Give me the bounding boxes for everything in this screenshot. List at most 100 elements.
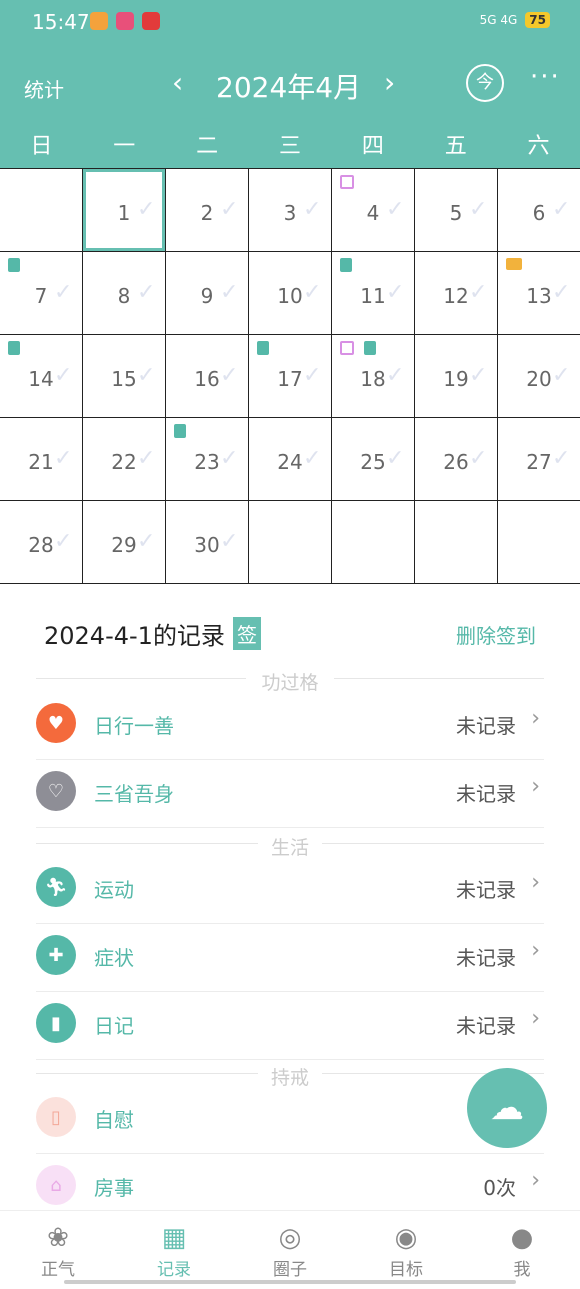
calendar-day-20[interactable]: 20 ✓ — [498, 335, 580, 418]
calendar-day-24[interactable]: 24 ✓ — [249, 418, 332, 501]
record-row-good-deed[interactable]: ♥ 日行一善 未记录 › — [36, 692, 544, 760]
day-marks — [8, 341, 20, 355]
check-icon: ✓ — [220, 363, 239, 388]
calendar-day-11[interactable]: 11 ✓ — [332, 252, 415, 335]
record-row-exercise[interactable]: 🏃︎ 运动 未记录 › — [36, 856, 544, 924]
cloud-sync-button[interactable]: ☁ — [467, 1068, 547, 1148]
calendar-day-13[interactable]: 13 ✓ — [498, 252, 580, 335]
section-merit: 功过格 — [36, 668, 544, 694]
calendar-day-25[interactable]: 25 ✓ — [332, 418, 415, 501]
calendar-day-3[interactable]: 3 ✓ — [249, 169, 332, 252]
calendar-day-7[interactable]: 7 ✓ — [0, 252, 83, 335]
check-icon: ✓ — [469, 446, 488, 471]
check-icon: ✓ — [137, 529, 156, 554]
calendar-day-6[interactable]: 6 ✓ — [498, 169, 580, 252]
calendar-day-29[interactable]: 29 ✓ — [83, 501, 166, 584]
book-mark-icon — [8, 258, 20, 272]
record-row-diary[interactable]: ▮ 日记 未记录 › — [36, 992, 544, 1060]
calendar-day-21[interactable]: 21 ✓ — [0, 418, 83, 501]
calendar-day-30[interactable]: 30 ✓ — [166, 501, 249, 584]
check-icon: ✓ — [386, 446, 405, 471]
record-row-symptom[interactable]: ✚ 症状 未记录 › — [36, 924, 544, 992]
check-icon: ✓ — [552, 197, 571, 222]
record-row-reflection[interactable]: ♡ 三省吾身 未记录 › — [36, 760, 544, 828]
chevron-right-icon: › — [531, 1006, 540, 1031]
weekday-label: 四 — [361, 134, 384, 159]
calendar-day-5[interactable]: 5 ✓ — [415, 169, 498, 252]
calendar-day-8[interactable]: 8 ✓ — [83, 252, 166, 335]
check-icon: ✓ — [54, 363, 73, 388]
check-icon: ✓ — [552, 280, 571, 305]
day-marks — [340, 258, 352, 272]
calendar-day-14[interactable]: 14 ✓ — [0, 335, 83, 418]
check-icon: ✓ — [54, 529, 73, 554]
nav-item-goal[interactable]: ◉ 目标 — [348, 1211, 464, 1289]
nav-item-record[interactable]: ▦ 记录 — [116, 1211, 232, 1289]
weekday-label: 三 — [278, 134, 301, 159]
check-icon: ✓ — [469, 197, 488, 222]
nav-label: 正气 — [41, 1260, 75, 1280]
calendar-day-16[interactable]: 16 ✓ — [166, 335, 249, 418]
record-header: 2024-4-1的记录 签 — [44, 616, 261, 651]
app-notification-icon — [116, 12, 134, 30]
check-icon: ✓ — [303, 197, 322, 222]
calendar-empty-cell — [415, 501, 498, 584]
record-name: 自慰 — [94, 1108, 134, 1132]
calendar-day-26[interactable]: 26 ✓ — [415, 418, 498, 501]
day-marks — [8, 258, 20, 272]
calendar-day-15[interactable]: 15 ✓ — [83, 335, 166, 418]
calendar-day-4[interactable]: 4 ✓ — [332, 169, 415, 252]
calendar-day-23[interactable]: 23 ✓ — [166, 418, 249, 501]
record-value: 未记录 — [456, 714, 516, 738]
record-value: 未记录 — [456, 946, 516, 970]
calendar-grid: 1 ✓ 2 ✓ 3 ✓ 4 ✓ 5 ✓ 6 ✓ 7 ✓ 8 ✓ 9 ✓ 10 ✓ 11 ✓ 12 ✓ 13 ✓ 14 ✓ 15 ✓ 16 ✓ 1… — [0, 168, 580, 585]
record-name: 日记 — [94, 1014, 134, 1038]
stats-button[interactable]: 统计 — [24, 74, 64, 103]
calendar-day-28[interactable]: 28 ✓ — [0, 501, 83, 584]
network-indicator: 5G 4G — [479, 13, 518, 27]
check-icon: ✓ — [552, 363, 571, 388]
sign-badge: 签 — [232, 617, 261, 650]
nav-item-circle[interactable]: ◎ 圈子 — [232, 1211, 348, 1289]
calendar-day-27[interactable]: 27 ✓ — [498, 418, 580, 501]
day-marks — [257, 341, 269, 355]
calendar-day-19[interactable]: 19 ✓ — [415, 335, 498, 418]
check-icon: ✓ — [552, 446, 571, 471]
calendar-day-17[interactable]: 17 ✓ — [249, 335, 332, 418]
calendar-day-9[interactable]: 9 ✓ — [166, 252, 249, 335]
nav-item-me[interactable]: ● 我 — [464, 1211, 580, 1289]
nav-item-zhengqi[interactable]: ❀ 正气 — [0, 1211, 116, 1289]
check-icon: ✓ — [386, 197, 405, 222]
chevron-right-icon: › — [531, 774, 540, 799]
today-button[interactable]: 今 — [466, 64, 504, 102]
check-icon: ✓ — [137, 363, 156, 388]
calendar-day-2[interactable]: 2 ✓ — [166, 169, 249, 252]
book-mark-icon — [257, 341, 269, 355]
check-icon: ✓ — [54, 280, 73, 305]
chevron-right-icon: › — [531, 706, 540, 731]
delete-checkin-button[interactable]: 删除签到 — [456, 620, 536, 649]
app-header: 15:47 5G 4G 75 统计 ‹ 2024年4月 › 今 ··· 日 一 … — [0, 0, 580, 168]
calendar-day-12[interactable]: 12 ✓ — [415, 252, 498, 335]
bed-mark-icon — [340, 175, 354, 189]
check-icon: ✓ — [303, 363, 322, 388]
check-icon: ✓ — [386, 280, 405, 305]
more-icon[interactable]: ··· — [530, 62, 561, 92]
next-month-icon[interactable]: › — [384, 66, 395, 99]
check-icon: ✓ — [386, 363, 405, 388]
record-name: 运动 — [94, 878, 134, 902]
section-precepts: 持戒 — [36, 1063, 544, 1089]
record-value: 未记录 — [456, 878, 516, 902]
prev-month-icon[interactable]: ‹ — [172, 66, 183, 99]
calendar-empty-cell — [0, 169, 83, 252]
calendar-day-18[interactable]: 18 ✓ — [332, 335, 415, 418]
bed-mark-icon — [340, 341, 354, 355]
status-bar: 15:47 5G 4G 75 — [0, 0, 580, 44]
calendar-day-10[interactable]: 10 ✓ — [249, 252, 332, 335]
nav-label: 目标 — [389, 1260, 423, 1280]
calendar-day-22[interactable]: 22 ✓ — [83, 418, 166, 501]
app-notification-icon — [90, 12, 108, 30]
check-icon: ✓ — [220, 446, 239, 471]
section-life: 生活 — [36, 833, 544, 859]
calendar-day-1[interactable]: 1 ✓ — [83, 169, 166, 252]
